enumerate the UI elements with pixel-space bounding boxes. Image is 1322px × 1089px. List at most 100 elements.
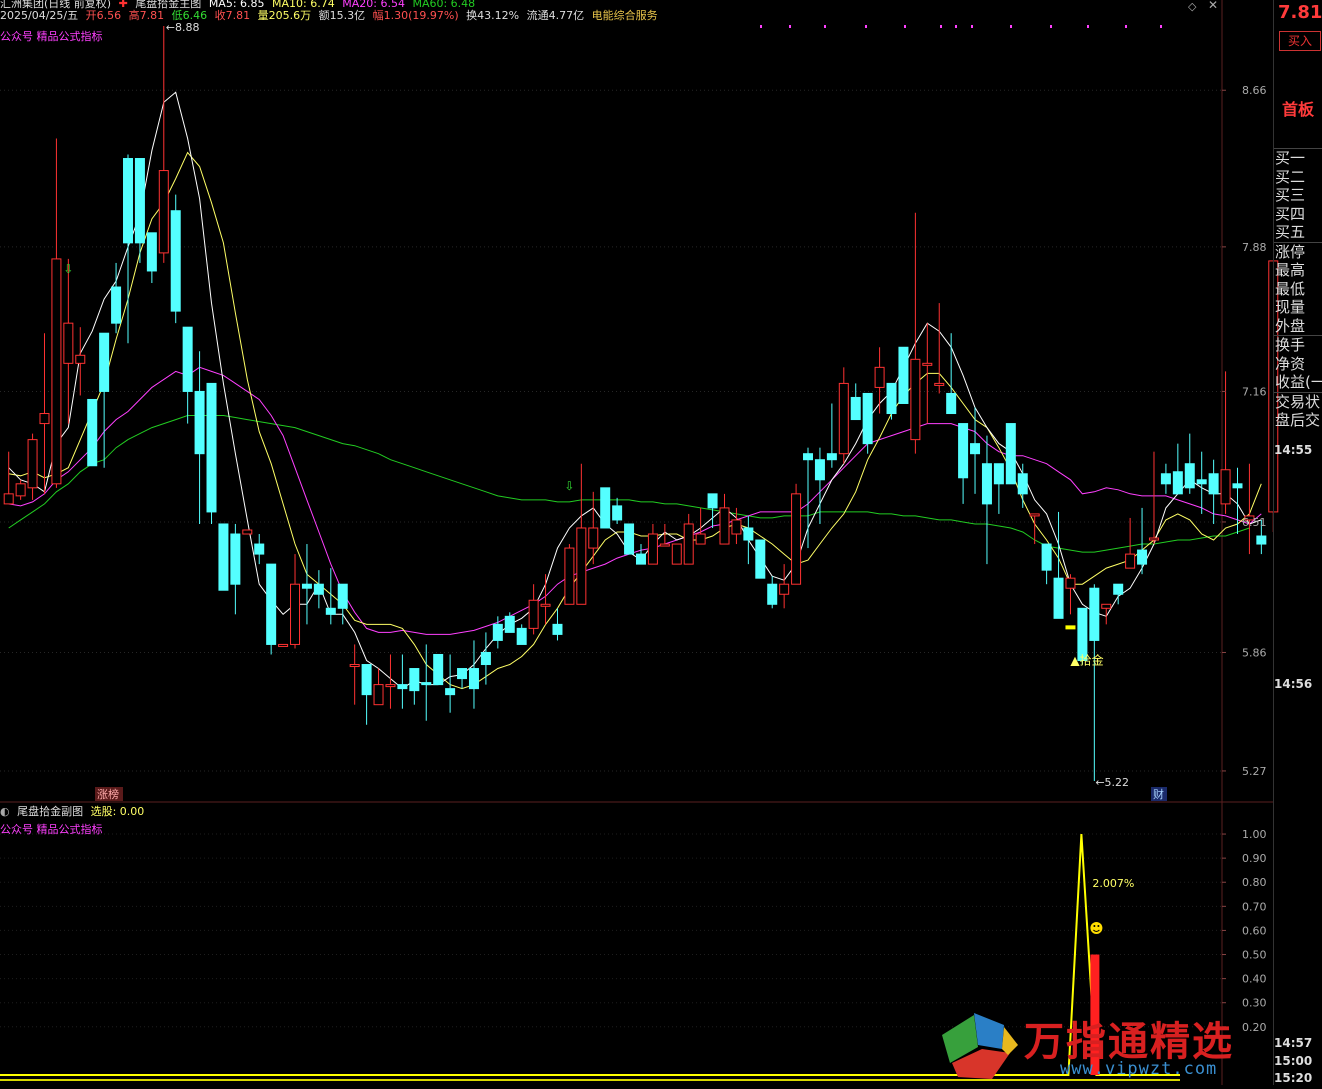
chart-stage: 8.66 7.88 7.16 6.51 5.86 5.27 1.00 0.90 0.80 0.7…	[0, 0, 1322, 1085]
candle-body	[206, 382, 217, 513]
candle-body	[826, 453, 837, 461]
sub-tick-label: 0.90	[1242, 852, 1267, 865]
candle	[600, 487, 611, 529]
candle-body	[1005, 423, 1016, 485]
moving-averages	[8, 91, 1262, 690]
diamond-icon[interactable]: ◇	[1188, 0, 1196, 13]
candle-body	[981, 463, 992, 505]
candle-body	[170, 210, 181, 312]
candle-body	[1017, 473, 1028, 495]
candle	[301, 544, 312, 625]
smiley-icon	[1090, 922, 1103, 935]
candle	[981, 435, 992, 565]
candle-body	[1125, 553, 1136, 569]
price-tick-label: 7.16	[1242, 385, 1267, 398]
candle-body	[27, 439, 38, 489]
candle	[576, 463, 587, 605]
change-label: 幅1.30(19.97%)	[372, 9, 459, 22]
candle-body	[934, 382, 945, 386]
candle	[862, 392, 873, 454]
candle-body	[445, 688, 456, 696]
candle-body	[15, 483, 26, 497]
sub-header: ◐ 尾盘拾金副图 选股: 0.00	[0, 805, 148, 819]
candle-body	[647, 533, 658, 565]
candle	[445, 654, 456, 713]
sub-title[interactable]: 尾盘拾金副图	[17, 805, 83, 818]
candle	[158, 25, 169, 263]
bid-5[interactable]: 买五	[1274, 223, 1322, 242]
marker-dot	[955, 25, 957, 28]
stat-trade-status: 交易状	[1275, 392, 1321, 411]
close-icon[interactable]: ✕	[1208, 0, 1218, 12]
candle	[3, 451, 14, 505]
candle-body	[635, 553, 646, 565]
candle-body	[218, 523, 229, 591]
candle	[1089, 584, 1100, 781]
sub-subtitle: 公众号 精品公式指标	[0, 823, 103, 836]
marker-dot	[789, 25, 791, 28]
candle	[564, 544, 575, 605]
candle-body	[922, 362, 933, 366]
candle-body	[1041, 543, 1052, 571]
candle	[958, 423, 969, 504]
candle	[838, 367, 849, 464]
candle-body	[874, 366, 885, 388]
candle	[39, 333, 50, 494]
candle-body	[624, 523, 635, 555]
candle	[421, 644, 432, 721]
marker-dot	[760, 25, 762, 28]
logo-blue	[974, 1013, 1004, 1049]
candle	[266, 563, 277, 655]
candle-body	[1184, 463, 1195, 489]
stat-after-hours: 盘后交	[1275, 411, 1321, 429]
candle-body	[99, 332, 110, 392]
candle	[123, 154, 133, 344]
candle-body	[337, 583, 348, 609]
watermark-url: www.vipwzt.com	[1060, 1059, 1218, 1079]
candle	[886, 382, 897, 420]
candle	[254, 534, 265, 565]
candle-body	[1029, 513, 1040, 517]
price-axis: 8.66 7.88 7.16 6.51 5.86 5.27	[1222, 84, 1267, 778]
main-subtitle: 公众号 精品公式指标	[0, 30, 103, 43]
candle-body	[516, 627, 527, 645]
candle-body	[39, 413, 50, 425]
candle	[719, 493, 730, 545]
sector-label[interactable]: 电能综合服务	[592, 9, 658, 22]
candle-body	[576, 527, 587, 605]
candle-body	[385, 684, 396, 688]
cai-label: 财	[1153, 787, 1164, 801]
candle	[850, 383, 861, 421]
candle	[1172, 443, 1183, 495]
candle-body	[898, 346, 909, 404]
stat-limit-up: 涨停	[1275, 242, 1306, 261]
candle	[15, 479, 26, 500]
candle	[313, 570, 324, 609]
low-label: 低6.46	[171, 9, 208, 22]
candle	[457, 668, 468, 689]
candle-body	[504, 615, 515, 633]
candle-body	[731, 519, 742, 535]
price-tick-label: 5.86	[1242, 646, 1267, 659]
candle-body	[1101, 603, 1112, 609]
select-label: 选股: 0.00	[90, 805, 145, 818]
candle-body	[290, 583, 301, 645]
candle	[1101, 603, 1112, 625]
marker-dot	[1050, 25, 1052, 28]
candle-body	[325, 607, 336, 615]
bid-3[interactable]: 买三	[1274, 186, 1322, 205]
bid-4[interactable]: 买四	[1274, 205, 1322, 224]
ma5-line	[8, 91, 1262, 690]
candle	[182, 326, 193, 424]
low-price-mark: ←5.22	[1095, 776, 1129, 789]
chart-svg: 8.66 7.88 7.16 6.51 5.86 5.27 1.00 0.90 0.80 0.7…	[0, 0, 1279, 1085]
bid-2[interactable]: 买二	[1274, 168, 1322, 187]
down-arrow-icon: ⇩	[63, 262, 73, 276]
buy-button[interactable]: 买入	[1279, 31, 1321, 51]
candle-body	[242, 529, 253, 535]
candle	[504, 612, 515, 633]
candle	[63, 258, 74, 424]
candle-body	[123, 158, 133, 244]
bid-1[interactable]: 买一	[1274, 149, 1322, 168]
candle	[218, 523, 229, 591]
